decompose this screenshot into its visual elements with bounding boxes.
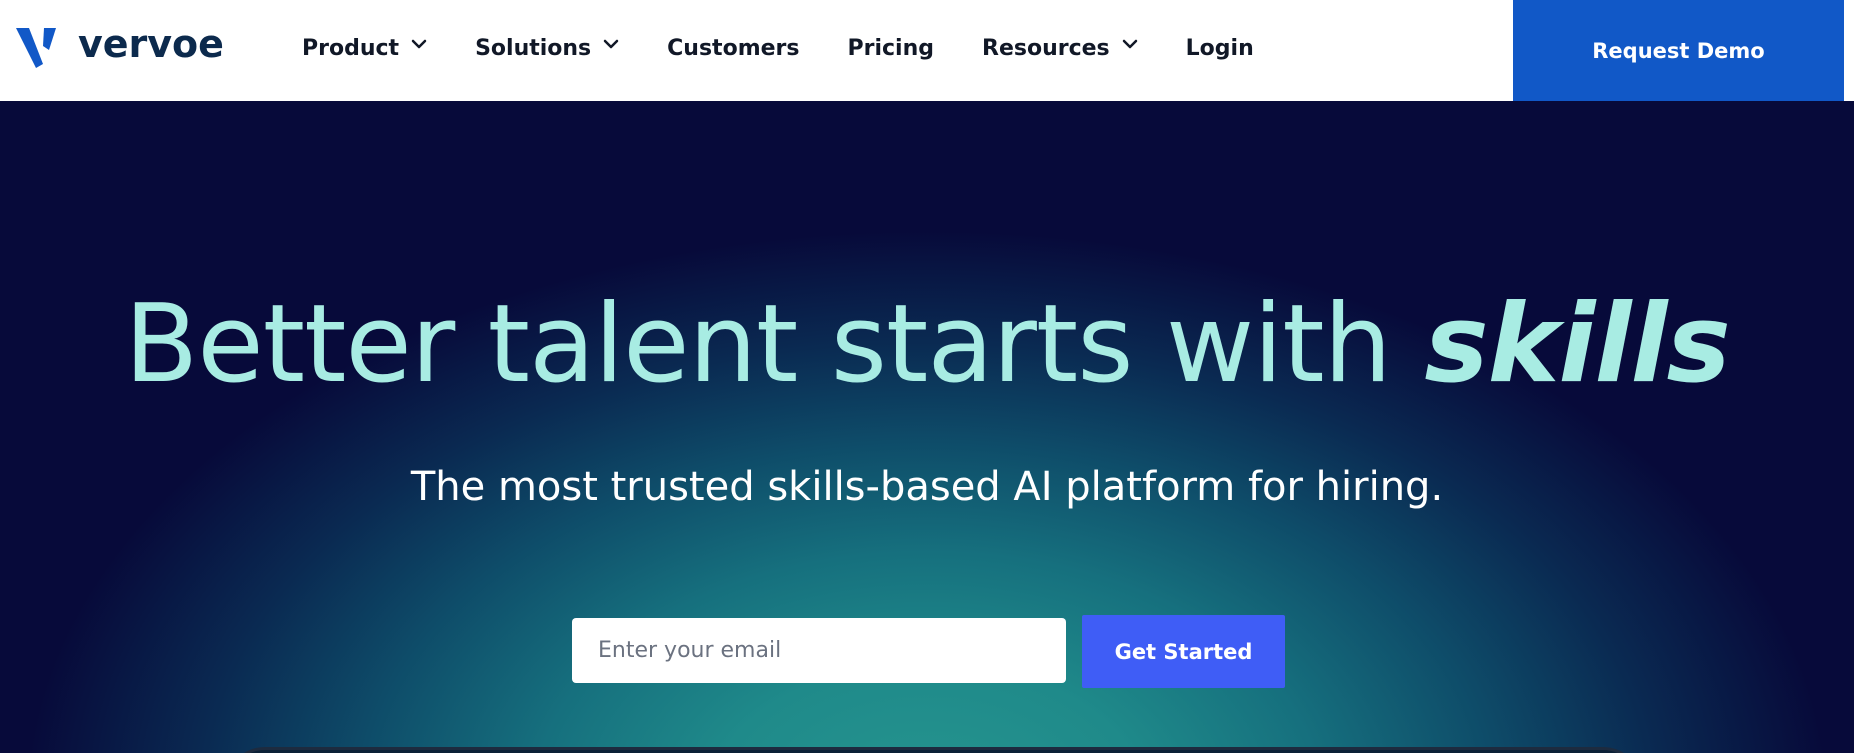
site-header: vervoe Product Solutions Customers Prici… — [0, 0, 1854, 101]
get-started-button[interactable]: Get Started — [1082, 615, 1285, 688]
hero-headline: Better talent starts with skills — [0, 291, 1854, 399]
chevron-down-icon — [603, 39, 619, 49]
nav-item-customers[interactable]: Customers — [667, 36, 799, 61]
headline-main: Better talent starts with — [124, 282, 1425, 407]
chevron-down-icon — [1122, 39, 1137, 49]
chevron-down-icon — [411, 39, 427, 49]
request-demo-button[interactable]: Request Demo — [1513, 0, 1844, 101]
email-input[interactable] — [572, 618, 1066, 683]
nav-item-label: Pricing — [847, 35, 934, 61]
main-nav: Product Solutions Customers Pricing Reso… — [302, 0, 1302, 96]
nav-item-solutions[interactable]: Solutions — [475, 36, 619, 61]
page: vervoe Product Solutions Customers Prici… — [0, 0, 1854, 753]
hero-section: Better talent starts with skills The mos… — [0, 101, 1854, 753]
nav-item-label: Solutions — [475, 35, 592, 61]
vervoe-logo-icon — [16, 28, 56, 68]
nav-item-pricing[interactable]: Pricing — [847, 36, 934, 61]
header-edge — [1844, 0, 1854, 101]
nav-item-label: Customers — [667, 35, 800, 61]
product-preview-edge — [225, 747, 1643, 753]
nav-item-resources[interactable]: Resources — [982, 36, 1138, 61]
brand-logo[interactable]: vervoe — [16, 22, 224, 70]
nav-item-label: Resources — [982, 35, 1110, 61]
nav-item-label: Product — [302, 35, 400, 61]
hero-subheadline: The most trusted skills-based AI platfor… — [410, 464, 1444, 510]
brand-name: vervoe — [78, 22, 224, 66]
nav-item-label: Login — [1185, 35, 1254, 61]
headline-emphasis: skills — [1424, 282, 1730, 407]
nav-item-product[interactable]: Product — [302, 36, 427, 61]
nav-item-login[interactable]: Login — [1186, 36, 1254, 61]
